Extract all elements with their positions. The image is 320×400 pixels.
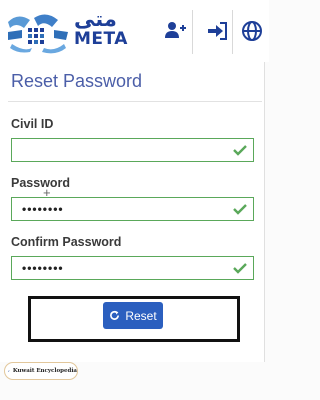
logo-arabic-text: متى — [74, 7, 117, 31]
password-value: •••••••• — [22, 202, 64, 216]
add-user-icon[interactable] — [162, 18, 188, 44]
page-title: Reset Password — [11, 71, 143, 91]
password-label: Password — [11, 176, 71, 190]
confirm-password-label: Confirm Password — [11, 235, 122, 249]
check-icon — [233, 204, 247, 215]
check-icon — [233, 263, 247, 274]
header-divider — [192, 10, 193, 54]
civil-id-label: Civil ID — [11, 117, 54, 131]
watermark-text: Kuwait Encyclopedia — [12, 368, 77, 374]
login-icon[interactable] — [204, 18, 230, 44]
civil-id-input[interactable] — [11, 138, 254, 162]
reset-button-label: Reset — [125, 308, 157, 323]
watermark-badge: Kuwait Encyclopedia — [4, 362, 78, 380]
refresh-icon — [110, 310, 120, 320]
reset-button[interactable]: Reset — [103, 302, 163, 329]
title-divider — [8, 101, 262, 102]
password-input[interactable]: •••••••• — [11, 197, 254, 221]
logo-english-text: META — [74, 29, 128, 49]
confirm-password-input[interactable]: •••••••• — [11, 256, 254, 280]
header-bar: متى META — [0, 0, 269, 62]
globe-icon[interactable] — [239, 18, 265, 44]
header-divider — [232, 10, 233, 54]
encyclopedia-logo-icon — [8, 370, 10, 372]
check-icon — [233, 145, 247, 156]
confirm-password-value: •••••••• — [22, 261, 64, 275]
